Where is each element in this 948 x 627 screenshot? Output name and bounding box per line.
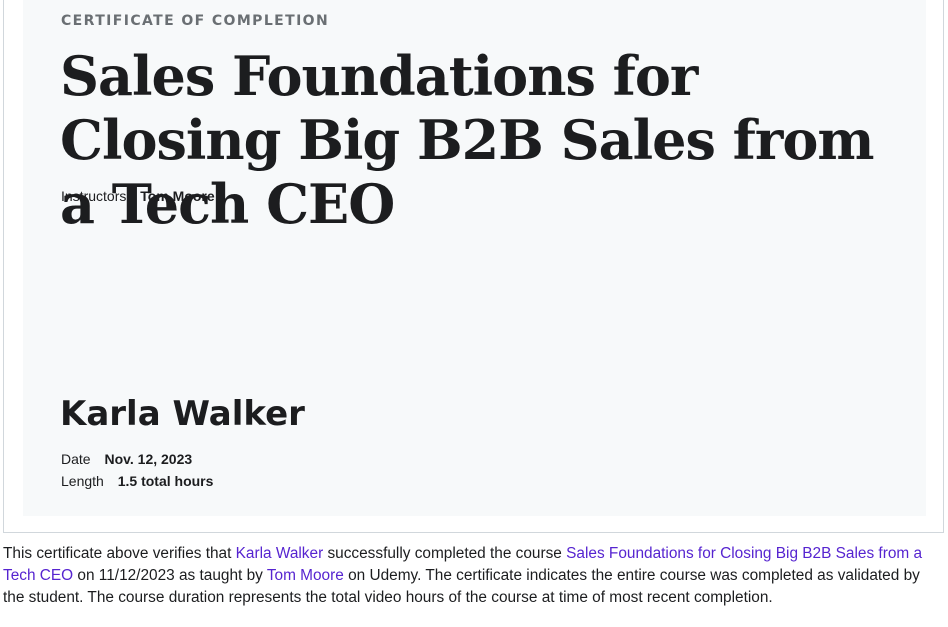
student-profile-link[interactable]: Karla Walker [236,545,324,562]
length-row: Length 1.5 total hours [61,473,213,489]
date-row: Date Nov. 12, 2023 [61,451,192,467]
student-name: Karla Walker [60,394,305,434]
certificate-description: This certificate above verifies that Kar… [3,543,943,609]
instructor-name: Tom Moore [140,188,215,204]
description-text-2: successfully completed the course [323,545,567,562]
length-value: 1.5 total hours [117,473,214,489]
certificate-frame: CERTIFICATE OF COMPLETION Sales Foundati… [3,0,944,533]
length-label: Length [61,473,104,489]
date-label: Date [61,451,91,467]
instructors-label: Instructors [61,188,127,204]
course-title: Sales Foundations for Closing Big B2B Sa… [60,44,875,236]
date-value: Nov. 12, 2023 [104,451,193,467]
description-text-1: This certificate above verifies that [3,545,236,562]
instructors-row: Instructors Tom Moore [61,188,215,204]
certificate-card: CERTIFICATE OF COMPLETION Sales Foundati… [23,0,926,516]
certificate-eyebrow: CERTIFICATE OF COMPLETION [61,13,330,29]
description-text-3: on 11/12/2023 as taught by [73,567,267,584]
instructor-link[interactable]: Tom Moore [267,567,344,584]
